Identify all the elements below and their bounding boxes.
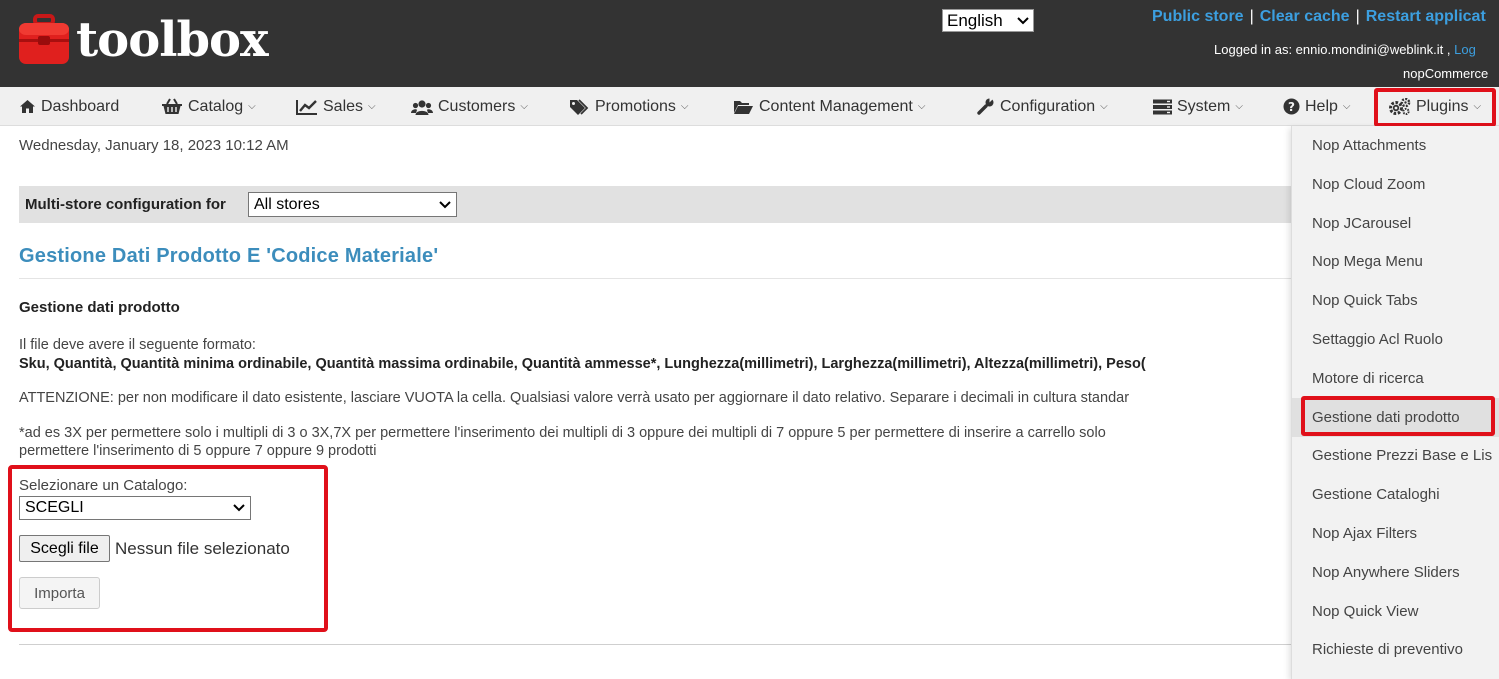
menu-item-richieste-di-preventivo[interactable]: Richieste di preventivo: [1292, 630, 1499, 669]
file-status-text: Nessun file selezionato: [115, 539, 290, 558]
link-separator: |: [1355, 8, 1360, 25]
menu-item-highlight-box: [1301, 396, 1495, 436]
nav-help[interactable]: ? Help ⌵: [1283, 87, 1351, 126]
import-button[interactable]: Importa: [19, 577, 100, 609]
question-circle-icon: ?: [1283, 98, 1300, 115]
folder-open-icon: [734, 100, 753, 114]
chevron-down-icon: ⌵: [1235, 101, 1243, 112]
chevron-down-icon: ⌵: [917, 101, 926, 112]
nav-label: System: [1177, 97, 1231, 115]
language-value: English: [947, 10, 1003, 30]
choose-file-button[interactable]: Scegli file: [19, 535, 110, 562]
divider: [19, 278, 1299, 279]
nav-label: Content Management: [759, 97, 913, 115]
basket-icon: [162, 98, 182, 114]
nav-label: Catalog: [188, 97, 244, 115]
nav-label: Configuration: [1000, 97, 1096, 115]
nav-dashboard[interactable]: Dashboard: [19, 87, 119, 126]
toolbox-icon: [18, 14, 70, 66]
logo[interactable]: toolbox: [18, 12, 269, 68]
chevron-down-icon: [233, 504, 245, 512]
format-columns: Sku, Quantità, Quantità minima ordinabil…: [19, 356, 1146, 372]
chevron-down-icon: ⌵: [248, 101, 256, 112]
section-heading: Gestione dati prodotto: [19, 299, 180, 316]
note-text-line-1: *ad es 3X per permettere solo i multipli…: [19, 425, 1106, 441]
top-links: Public store | Clear cache | Restart applica…: [1152, 8, 1486, 26]
logout-link[interactable]: Log: [1454, 42, 1476, 57]
nav-sales[interactable]: Sales ⌵: [296, 87, 376, 126]
chevron-down-icon: ⌵: [368, 101, 376, 112]
menu-item-nop-mega-menu[interactable]: Nop Mega Menu: [1292, 242, 1499, 281]
nav-promotions[interactable]: Promotions ⌵: [569, 87, 689, 126]
main-nav: Dashboard Catalog ⌵ Sales ⌵ Customers ⌵ Pro…: [0, 87, 1499, 126]
menu-item-nop-quick-view[interactable]: Nop Quick View: [1292, 592, 1499, 631]
nav-label: Sales: [323, 97, 364, 115]
menu-item-nop-quick-tabs[interactable]: Nop Quick Tabs: [1292, 281, 1499, 320]
menu-item-nop-ajax-filters[interactable]: Nop Ajax Filters: [1292, 514, 1499, 553]
nav-label: Customers: [438, 97, 516, 115]
catalog-select-value: SCEGLI: [25, 499, 84, 516]
line-chart-icon: [296, 99, 317, 115]
plugins-highlight-box: [1374, 88, 1496, 127]
divider: [19, 644, 1299, 645]
top-header: toolbox English Public store | Clear cache…: [0, 0, 1499, 87]
current-date: Wednesday, January 18, 2023 10:12 AM: [19, 137, 289, 154]
server-icon: [1153, 99, 1172, 114]
clear-cache-link[interactable]: Clear cache: [1260, 8, 1350, 25]
logo-text: toolbox: [76, 12, 269, 68]
menu-item-nop-jcarousel[interactable]: Nop JCarousel: [1292, 204, 1499, 243]
nav-configuration[interactable]: Configuration ⌵: [977, 87, 1108, 126]
wrench-icon: [977, 98, 994, 115]
catalog-select[interactable]: SCEGLI: [19, 496, 251, 520]
warning-text: ATTENZIONE: per non modificare il dato e…: [19, 390, 1130, 406]
language-select[interactable]: English: [942, 9, 1034, 32]
catalog-label: Selezionare un Catalogo:: [19, 477, 188, 494]
tags-icon: [570, 98, 589, 115]
menu-item-nop-attachments[interactable]: Nop Attachments: [1292, 126, 1499, 165]
home-icon: [20, 100, 35, 113]
logged-in-info: Logged in as: ennio.mondini@weblink.it ,…: [1214, 42, 1476, 57]
users-icon: [411, 99, 433, 115]
menu-item-gestione-prezzi-base[interactable]: Gestione Prezzi Base e Lis: [1292, 436, 1499, 475]
menu-item-nop-cloud-zoom[interactable]: Nop Cloud Zoom: [1292, 165, 1499, 204]
multistore-label: Multi-store configuration for: [25, 196, 226, 213]
menu-item-nop-anywhere-sliders[interactable]: Nop Anywhere Sliders: [1292, 553, 1499, 592]
store-select[interactable]: All stores: [248, 192, 457, 217]
logged-in-text: Logged in as: ennio.mondini@weblink.it ,: [1214, 42, 1451, 57]
nav-system[interactable]: System ⌵: [1153, 87, 1243, 126]
page-title: Gestione Dati Prodotto E 'Codice Materia…: [19, 245, 439, 267]
store-select-value: All stores: [254, 195, 320, 213]
menu-item-settaggio-acl-ruolo[interactable]: Settaggio Acl Ruolo: [1292, 320, 1499, 359]
chevron-down-icon: ⌵: [1100, 101, 1108, 112]
chevron-down-icon: ⌵: [520, 101, 528, 112]
chevron-down-icon: [439, 200, 451, 208]
menu-item-motore-di-ricerca[interactable]: Motore di ricerca: [1292, 359, 1499, 398]
svg-text:?: ?: [1288, 100, 1295, 114]
nav-content-management[interactable]: Content Management ⌵: [733, 87, 925, 126]
chevron-down-icon: [1017, 16, 1029, 24]
note-text-line-2: permettere l'inserimento di 5 oppure 7 o…: [19, 443, 377, 459]
nav-catalog[interactable]: Catalog ⌵: [161, 87, 256, 126]
nav-label: Dashboard: [41, 97, 120, 115]
chevron-down-icon: ⌵: [680, 101, 689, 112]
format-intro: Il file deve avere il seguente formato:: [19, 337, 256, 353]
chevron-down-icon: ⌵: [1342, 101, 1351, 112]
nav-label: Promotions: [595, 97, 676, 115]
nav-customers[interactable]: Customers ⌵: [411, 87, 528, 126]
link-separator: |: [1249, 8, 1254, 25]
nav-label: Help: [1305, 97, 1338, 115]
version-text: nopCommerce: [1403, 66, 1489, 81]
multistore-bar: Multi-store configuration for All stores: [19, 186, 1299, 223]
menu-item-gestione-cataloghi[interactable]: Gestione Cataloghi: [1292, 475, 1499, 514]
restart-application-link[interactable]: Restart applicat: [1366, 8, 1486, 25]
public-store-link[interactable]: Public store: [1152, 8, 1244, 25]
